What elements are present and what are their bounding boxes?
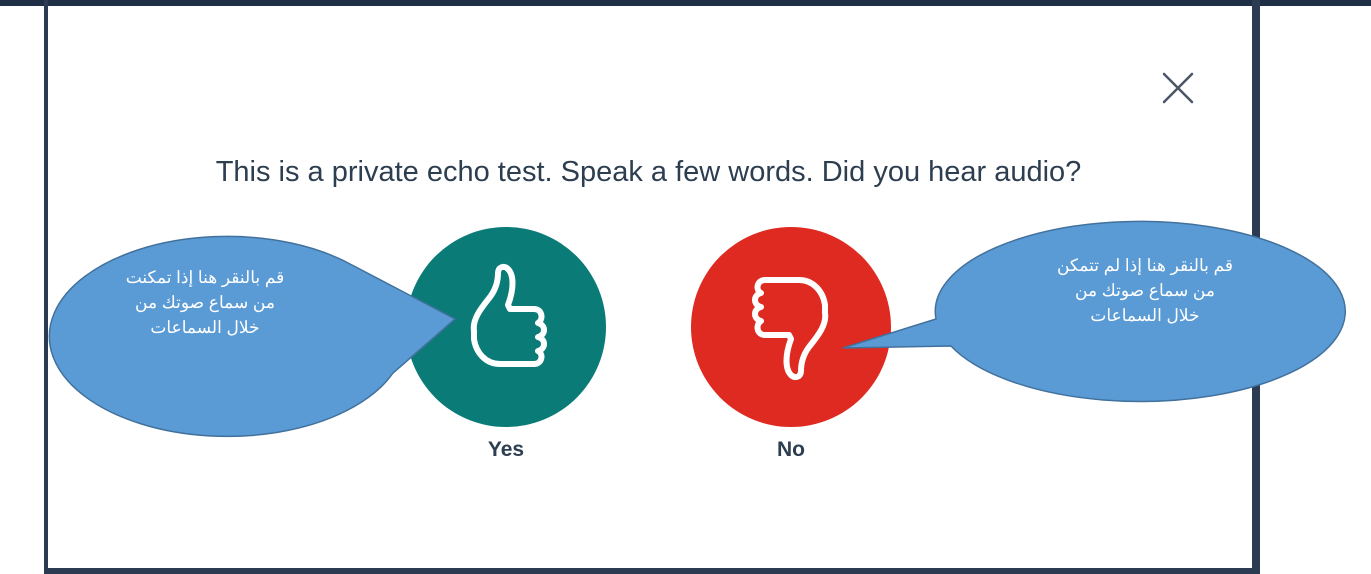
echo-test-question: This is a private echo test. Speak a few… (215, 156, 1082, 188)
no-button[interactable] (691, 227, 891, 427)
thumbs-down-icon (752, 277, 829, 381)
backdrop (0, 0, 1371, 6)
screen: This is a private echo test. Speak a few… (0, 0, 1371, 574)
thumbs-up-icon (470, 263, 547, 367)
close-icon (1162, 72, 1194, 104)
callout-yes-text: قم بالنقر هنا إذا تمكنت من سماع صوتك من … (125, 268, 285, 337)
yes-label: Yes (487, 438, 525, 461)
no-label: No (777, 438, 805, 461)
yes-button[interactable] (406, 227, 606, 427)
close-button[interactable] (1160, 70, 1196, 106)
callout-no-text: قم بالنقر هنا إذا لم تتمكن من سماع صوتك … (1056, 256, 1234, 325)
backdrop-edge-bottom (44, 568, 1260, 574)
